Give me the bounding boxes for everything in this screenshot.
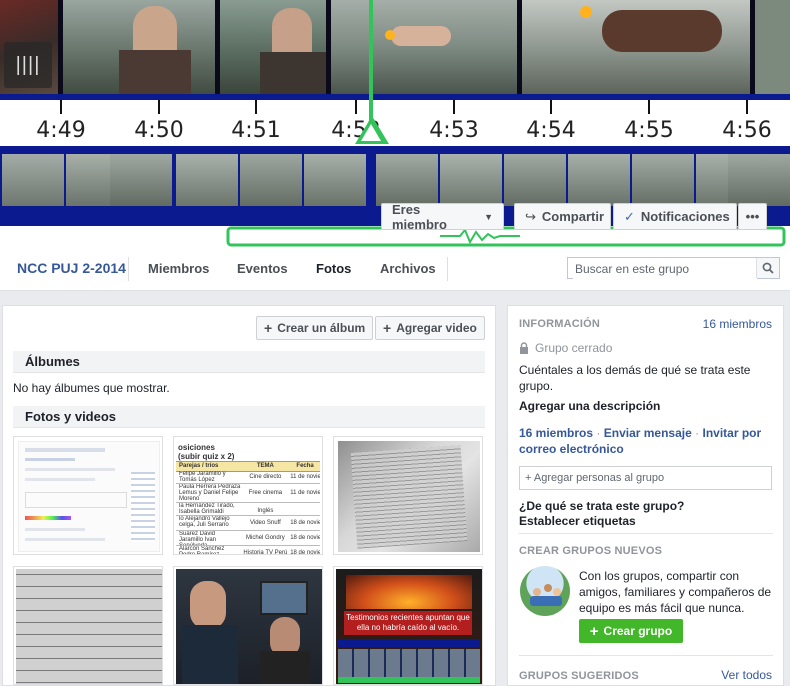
filmstrip-frame — [522, 0, 750, 96]
set-tags-link[interactable]: Establecer etiquetas — [519, 513, 636, 529]
track-thumbnail — [504, 154, 566, 206]
track-thumbnail — [240, 154, 302, 206]
tab-fotos[interactable]: Fotos — [316, 247, 351, 290]
timeline-tick — [648, 100, 650, 114]
filmstrip-frame — [220, 0, 326, 96]
search-button[interactable] — [756, 258, 779, 278]
track-thumbnail — [2, 154, 64, 206]
timeline-tick — [255, 100, 257, 114]
search-icon — [762, 262, 774, 274]
filmstrip-frame — [63, 0, 215, 96]
info-heading: INFORMACIÓN — [519, 318, 601, 330]
tab-miembros[interactable]: Miembros — [148, 247, 209, 290]
add-video-button[interactable]: + Agregar video — [375, 316, 485, 340]
filmstrip-frame — [331, 0, 517, 96]
suggested-groups-heading: GRUPOS SUGERIDOS — [519, 670, 639, 682]
photos-videos-heading: Fotos y videos — [13, 406, 485, 428]
albums-empty-text: No hay álbumes que mostrar. — [13, 381, 170, 395]
track-thumbnail — [304, 154, 366, 206]
photo-thumbnail[interactable] — [13, 436, 163, 555]
member-status-button[interactable]: Eres miembro ▼ — [381, 202, 504, 232]
albums-heading: Álbumes — [13, 351, 485, 373]
notifications-button[interactable]: ✓ Notificaciones — [613, 203, 737, 230]
create-album-button[interactable]: + Crear un álbum — [256, 316, 374, 340]
photos-panel: + Crear un álbum + Agregar video Álbumes N… — [2, 305, 496, 686]
photo-thumbnail[interactable] — [333, 436, 483, 555]
share-button[interactable]: ↪ Compartir — [514, 203, 611, 230]
group-people-icon — [520, 566, 570, 616]
add-people-input[interactable]: + Agregar personas al grupo — [519, 466, 772, 490]
plus-icon: + — [383, 320, 392, 336]
timecode-label: 4:53 — [429, 118, 479, 143]
member-actions: 16 miembros · Enviar mensaje · Invitar p… — [519, 426, 762, 456]
track-thumbnail — [110, 154, 172, 206]
ellipsis-icon: ••• — [745, 209, 760, 224]
timeline-ruler: 4:49 4:50 4:51 4:52 4:53 4:54 4:55 4:56 — [0, 100, 790, 146]
send-message-link[interactable]: Enviar mensaje — [604, 426, 692, 440]
what-about-question: ¿De qué se trata este grupo? — [519, 499, 685, 513]
search-input[interactable] — [573, 259, 757, 279]
timeline-tick — [355, 100, 357, 114]
timecode-label: 4:49 — [36, 118, 86, 143]
add-description-link[interactable]: Agregar una descripción — [519, 398, 660, 414]
group-info-sidebar: INFORMACIÓN 16 miembros Grupo cerrado Cu… — [507, 305, 784, 686]
cover-photo: |||| 4:49 4:50 4:51 4:52 4:53 4:54 4:55 … — [0, 0, 790, 247]
timeline-tick — [453, 100, 455, 114]
photo-thumbnail[interactable] — [173, 566, 323, 685]
track-thumbnail — [728, 154, 790, 206]
group-navigation: NCC PUJ 2-2014 Miembros Eventos Fotos Ar… — [0, 247, 790, 291]
track-thumbnail — [376, 154, 438, 206]
more-options-button[interactable]: ••• — [738, 203, 767, 230]
chevron-down-icon: ▼ — [484, 211, 493, 222]
timecode-label: 4:55 — [624, 118, 674, 143]
track-thumbnail — [632, 154, 694, 206]
timecode-label: 4:51 — [231, 118, 281, 143]
video-filmstrip: |||| — [0, 0, 790, 100]
timecode-label: 4:50 — [134, 118, 184, 143]
photo-thumbnail[interactable] — [13, 566, 163, 685]
see-all-link[interactable]: Ver todos — [721, 668, 772, 682]
timecode-label: 4:54 — [526, 118, 576, 143]
group-search-box — [567, 257, 780, 279]
photo-thumbnail[interactable]: osiciones (subir quiz x 2) Parejas / trí… — [173, 436, 323, 555]
create-groups-text: Con los grupos, compartir con amigos, fa… — [579, 569, 772, 615]
timecode-label: 4:56 — [722, 118, 772, 143]
video-thumbnail[interactable]: Testimonios recientes apuntan que ella n… — [333, 566, 483, 685]
members-link[interactable]: 16 miembros — [519, 426, 593, 440]
lock-icon — [520, 342, 528, 354]
group-privacy: Grupo cerrado — [519, 340, 612, 356]
plus-icon: + — [264, 320, 273, 336]
tab-eventos[interactable]: Eventos — [237, 247, 288, 290]
video-caption: Testimonios recientes apuntan que ella n… — [344, 611, 472, 635]
checkmark-icon: ✓ — [624, 208, 635, 224]
create-groups-heading: CREAR GRUPOS NUEVOS — [519, 545, 663, 557]
track-thumbnail — [176, 154, 238, 206]
tab-archivos[interactable]: Archivos — [380, 247, 436, 290]
timeline-tick — [550, 100, 552, 114]
timeline-tick — [746, 100, 748, 114]
grip-handle-icon: |||| — [4, 42, 52, 88]
share-arrow-icon: ↪ — [525, 208, 536, 224]
create-group-button[interactable]: + Crear grupo — [579, 619, 683, 643]
group-name-link[interactable]: NCC PUJ 2-2014 — [17, 247, 126, 290]
members-count-link[interactable]: 16 miembros — [703, 317, 772, 331]
group-description: Cuéntales a los demás de qué se trata es… — [519, 363, 751, 393]
track-thumbnail — [440, 154, 502, 206]
plus-icon: + — [589, 622, 599, 640]
timeline-tick — [60, 100, 62, 114]
track-thumbnail — [568, 154, 630, 206]
timeline-tick — [158, 100, 160, 114]
filmstrip-frame — [755, 0, 790, 96]
